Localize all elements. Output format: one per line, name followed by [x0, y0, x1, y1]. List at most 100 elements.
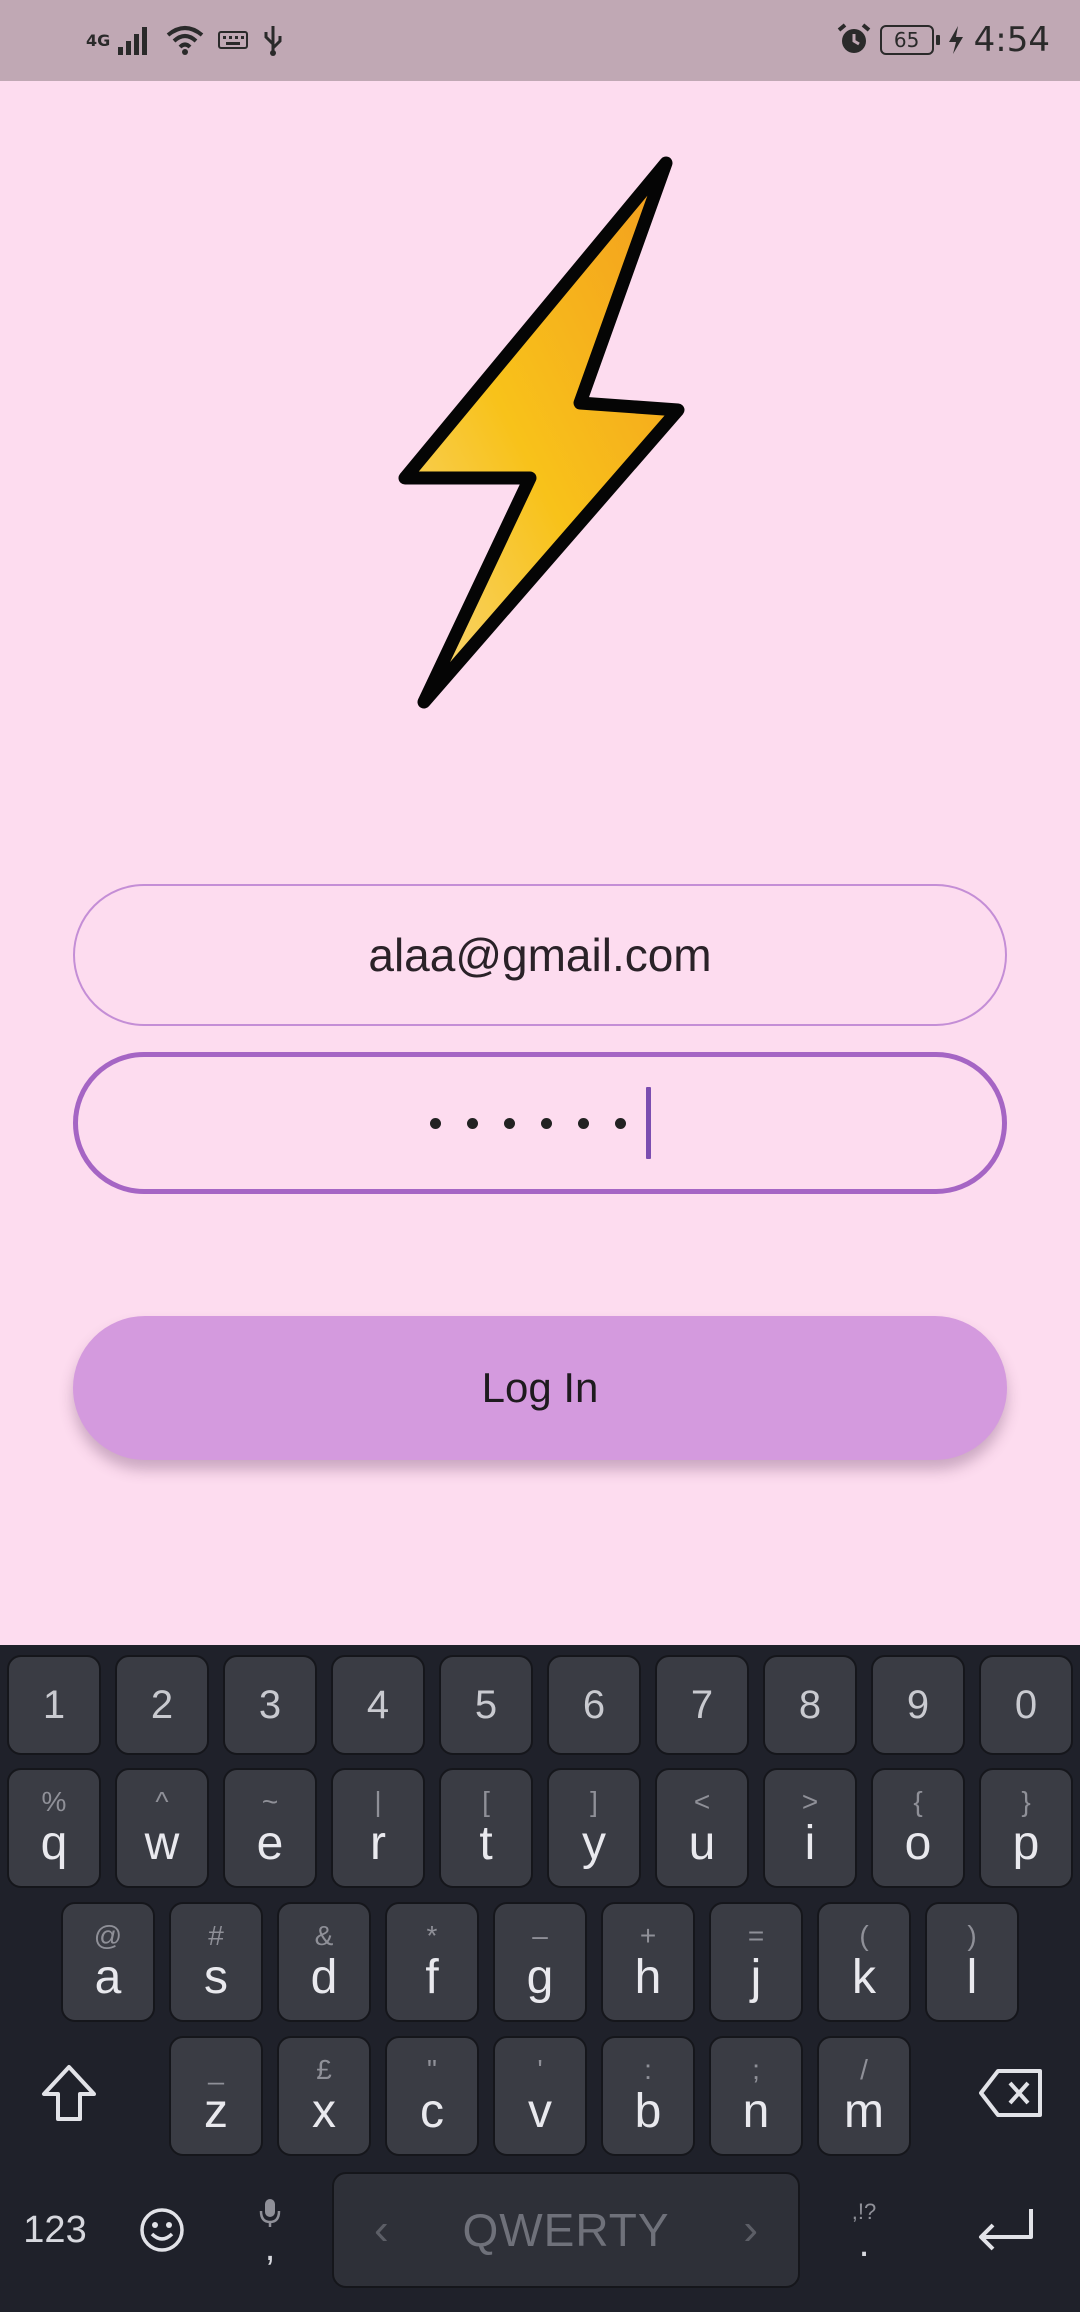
key-label: t — [479, 1817, 493, 1870]
key-2[interactable]: 2 — [115, 1655, 209, 1755]
key-l[interactable]: ) l — [925, 1902, 1019, 2022]
emoji-key[interactable] — [128, 2190, 196, 2270]
key-label: i — [804, 1817, 816, 1870]
lightning-logo-icon — [398, 156, 685, 709]
key-s[interactable]: # s — [169, 1902, 263, 2022]
key-t[interactable]: [t — [439, 1768, 533, 1888]
key-a[interactable]: @ a — [61, 1902, 155, 2022]
key-k[interactable]: (k — [817, 1902, 911, 2022]
alarm-icon — [837, 23, 870, 53]
key-c[interactable]: " c — [385, 2036, 479, 2156]
key-alt-label: £ — [316, 2054, 332, 2085]
key-alt-label: > — [801, 1786, 819, 1817]
space-key[interactable]: ‹ QWERTY › — [332, 2172, 800, 2288]
key-j[interactable]: = j — [709, 1902, 803, 2022]
password-dot — [577, 1117, 589, 1129]
key-label: 3 — [258, 1683, 282, 1727]
key-label: p — [1012, 1817, 1040, 1870]
key-v[interactable]: ' v — [493, 2036, 587, 2156]
key-label: 2 — [150, 1683, 174, 1727]
backspace-key[interactable] — [970, 2052, 1052, 2134]
key-alt-label: * — [426, 1920, 438, 1951]
key-alt-label: < — [693, 1786, 711, 1817]
password-dot — [614, 1117, 626, 1129]
key-g[interactable]: – g — [493, 1902, 587, 2022]
key-q[interactable]: % q — [7, 1768, 101, 1888]
key-alt-label: ~ — [261, 1786, 279, 1817]
microphone-icon — [259, 2199, 281, 2227]
key-0[interactable]: 0 — [979, 1655, 1073, 1755]
key-alt-label: ^ — [155, 1786, 169, 1817]
key-o[interactable]: {o — [871, 1768, 965, 1888]
key-i[interactable]: > i — [763, 1768, 857, 1888]
key-r[interactable]: | r — [331, 1768, 425, 1888]
key-label: x — [312, 2085, 336, 2138]
key-alt-label: ' — [537, 2054, 543, 2085]
key-b[interactable]: :b — [601, 2036, 695, 2156]
key-label: 8 — [798, 1683, 822, 1727]
key-5[interactable]: 5 — [439, 1655, 533, 1755]
key-alt-label: @ — [93, 1920, 123, 1951]
key-4[interactable]: 4 — [331, 1655, 425, 1755]
key-n[interactable]: ; n — [709, 2036, 803, 2156]
period-key[interactable]: ,!? . — [826, 2182, 902, 2282]
key-label: l — [966, 1951, 978, 2004]
key-label: k — [852, 1951, 876, 2004]
key-x[interactable]: £ x — [277, 2036, 371, 2156]
key-alt-label: # — [208, 1920, 224, 1951]
key-3[interactable]: 3 — [223, 1655, 317, 1755]
key-label: 5 — [474, 1683, 498, 1727]
network-type: 4G — [86, 30, 111, 50]
emoji-icon — [140, 2208, 184, 2252]
wifi-icon — [166, 26, 204, 55]
key-p[interactable]: } p — [979, 1768, 1073, 1888]
key-z[interactable]: _ z — [169, 2036, 263, 2156]
key-y[interactable]: ] y — [547, 1768, 641, 1888]
key-h[interactable]: + h — [601, 1902, 695, 2022]
key-alt-label: ; — [752, 2054, 760, 2085]
key-alt-label: _ — [208, 2054, 224, 2085]
password-dot — [503, 1117, 515, 1129]
status-left: 4G — [86, 18, 284, 62]
comma-voice-key[interactable]: , — [234, 2182, 306, 2282]
key-label: 6 — [582, 1683, 606, 1727]
key-label: a — [94, 1951, 122, 2004]
enter-icon — [979, 2209, 1033, 2251]
key-u[interactable]: < u — [655, 1768, 749, 1888]
key-label: e — [256, 1817, 284, 1870]
key-label: j — [750, 1951, 762, 2004]
password-dot — [466, 1117, 478, 1129]
key-d[interactable]: & d — [277, 1902, 371, 2022]
key-w[interactable]: ^ w — [115, 1768, 209, 1888]
key-label: m — [844, 2085, 884, 2138]
key-9[interactable]: 9 — [871, 1655, 965, 1755]
numbers-mode-key[interactable]: 123 — [10, 2190, 100, 2270]
key-label: o — [904, 1817, 932, 1870]
text-cursor — [645, 1087, 651, 1159]
key-m[interactable]: / m — [817, 2036, 911, 2156]
signal-icon — [118, 27, 148, 55]
key-label: 0 — [1014, 1683, 1038, 1727]
shift-key[interactable] — [28, 2052, 110, 2134]
login-button[interactable]: Log In — [73, 1316, 1007, 1460]
key-8[interactable]: 8 — [763, 1655, 857, 1755]
clock: 4:54 — [973, 20, 1050, 60]
space-label: QWERTY — [462, 2204, 670, 2256]
key-e[interactable]: ~ e — [223, 1768, 317, 1888]
key-alt-label: / — [860, 2054, 868, 2085]
chevron-right-icon: › — [743, 2205, 758, 2254]
password-field[interactable] — [73, 1052, 1007, 1194]
key-6[interactable]: 6 — [547, 1655, 641, 1755]
key-f[interactable]: * f — [385, 1902, 479, 2022]
email-field[interactable]: alaa@gmail.com — [73, 884, 1007, 1026]
password-mask — [429, 1117, 626, 1129]
key-alt-label: | — [374, 1786, 382, 1817]
enter-key[interactable] — [960, 2190, 1050, 2270]
key-alt-label: [ — [482, 1786, 490, 1817]
key-alt-label: & — [314, 1920, 334, 1951]
period-alt-label: ,!? — [851, 2199, 877, 2224]
charging-icon — [948, 26, 963, 54]
key-label: r — [370, 1817, 386, 1870]
key-1[interactable]: 1 — [7, 1655, 101, 1755]
key-7[interactable]: 7 — [655, 1655, 749, 1755]
